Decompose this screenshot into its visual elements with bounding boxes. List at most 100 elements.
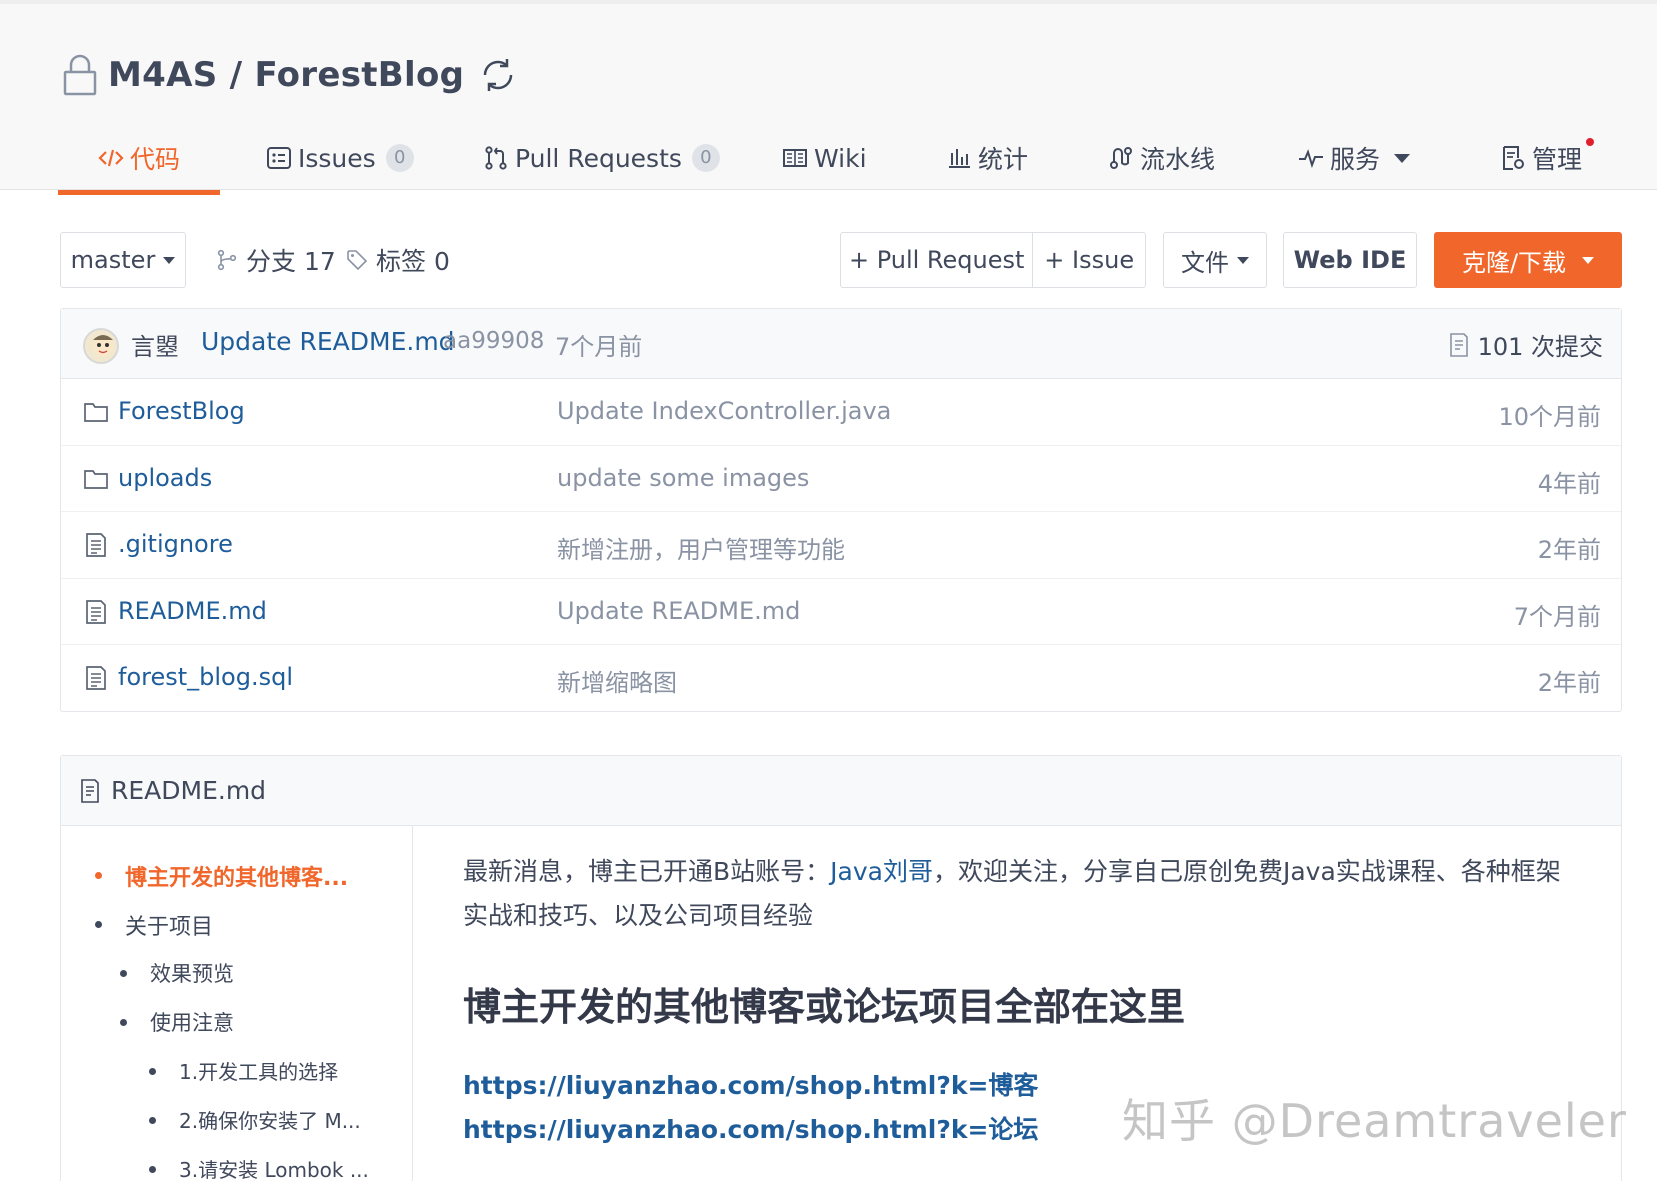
tab-wiki[interactable]: Wiki [782,122,867,194]
repo-tabs: 代码 Issues 0 Pull Requests 0 Wiki 统计 流水线 … [0,122,1657,195]
file-list: 言曌 Update README.md aa99908 7个月前 101 次提交… [60,308,1622,712]
file-commit-message[interactable]: Update IndexController.java [557,397,891,425]
readme-file-icon [81,778,99,803]
folder-icon [84,403,108,422]
file-name[interactable]: uploads [118,464,212,492]
pipeline-icon [1110,147,1132,169]
tags-link[interactable]: 标签 0 [346,232,450,288]
tab-stats-label: 统计 [978,145,1029,174]
repo-header: M4AS / ForestBlog 代码 Issues 0 Pull Reque… [0,0,1657,195]
new-issue-button[interactable]: + Issue [1032,233,1145,287]
commit-time: 7个月前 [555,333,643,361]
tab-issues-label: Issues [298,143,376,173]
avatar-icon [93,335,113,356]
tab-wiki-label: Wiki [814,143,867,173]
new-pull-request-button[interactable]: + Pull Request [841,233,1032,287]
readme-intro: 最新消息，博主已开通B站账号：Java刘哥，欢迎关注，分享自己原创免费Java实… [463,850,1563,938]
readme-heading: 博主开发的其他博客或论坛项目全部在这里 [463,985,1186,1029]
tab-services[interactable]: 服务 [1298,122,1411,194]
tab-code[interactable]: 代码 [57,122,221,195]
tab-pull-requests[interactable]: Pull Requests 0 [483,122,720,194]
bilibili-link[interactable]: Java刘哥 [830,857,933,886]
table-row[interactable]: README.md Update README.md 7个月前 [61,579,1621,645]
file-time: 2年前 [1537,536,1601,564]
tab-services-label: 服务 [1330,145,1381,174]
toc-item[interactable]: 效果预览 [120,958,234,988]
issues-count-badge: 0 [385,144,414,172]
table-row[interactable]: .gitignore 新增注册，用户管理等功能 2年前 [61,512,1621,579]
tab-code-label: 代码 [130,145,181,174]
file-commit-message[interactable]: Update README.md [557,597,800,625]
chevron-down-icon [1582,256,1595,264]
chevron-down-icon [163,256,176,264]
tab-stats[interactable]: 统计 [946,122,1028,194]
latest-commit-bar: 言曌 Update README.md aa99908 7个月前 101 次提交 [61,309,1621,379]
file-commit-message[interactable]: 新增缩略图 [557,663,677,698]
watermark: 知乎 @Dreamtraveler [1122,1094,1627,1148]
commit-count-link[interactable]: 101 次提交 [1448,327,1603,362]
toc-item[interactable]: 使用注意 [120,1007,234,1037]
pull-request-icon [485,146,507,170]
commit-author[interactable]: 言曌 [131,327,179,362]
commits-icon [1449,332,1468,357]
clone-download-button[interactable]: 克隆/下载 [1434,232,1622,288]
commit-message[interactable]: Update README.md [201,327,455,356]
sync-icon[interactable] [478,55,518,95]
toc-item[interactable]: 博主开发的其他博客... [94,860,348,892]
readme-toc: 博主开发的其他博客... 关于项目 效果预览 使用注意 1.开发工具的选择 2.… [61,826,413,1181]
file-name[interactable]: forest_blog.sql [118,663,293,691]
repo-title-bar: M4AS / ForestBlog [62,50,518,100]
repo-name[interactable]: M4AS / ForestBlog [108,55,464,95]
file-icon [86,599,106,624]
clone-download-label: 克隆/下载 [1461,248,1567,277]
file-name[interactable]: ForestBlog [118,397,245,425]
notification-dot [1586,138,1595,146]
commit-sha[interactable]: aa99908 [443,328,544,354]
file-name[interactable]: README.md [118,597,267,625]
file-commit-message[interactable]: update some images [557,464,809,492]
file-time: 10个月前 [1498,403,1601,431]
table-row[interactable]: forest_blog.sql 新增缩略图 2年前 [61,645,1621,712]
bar-chart-icon [949,149,970,168]
tab-manage[interactable]: 管理 [1500,122,1595,194]
forum-projects-link[interactable]: https://liuyanzhao.com/shop.html?k=论坛 [463,1110,1038,1146]
file-menu-label: 文件 [1181,248,1229,277]
file-time: 4年前 [1537,469,1601,498]
readme-header: README.md [61,756,1621,826]
file-menu-button[interactable]: 文件 [1163,232,1267,288]
avatar[interactable] [83,328,119,364]
toc-item[interactable]: 关于项目 [94,909,213,941]
create-button-group: + Pull Request + Issue [840,232,1146,288]
file-commit-message[interactable]: 新增注册，用户管理等功能 [557,530,845,565]
tab-issues[interactable]: Issues 0 [266,122,414,194]
tab-pipeline[interactable]: 流水线 [1108,122,1215,194]
issue-icon [267,147,291,169]
branch-icon [217,249,237,271]
toc-item[interactable]: 1.开发工具的选择 [148,1056,338,1085]
chevron-down-icon [1394,153,1411,163]
tag-icon [347,250,368,271]
web-ide-button[interactable]: Web IDE [1283,232,1417,288]
folder-icon [84,469,108,489]
branch-select-label: master [70,246,156,274]
book-icon [783,149,807,167]
table-row[interactable]: uploads update some images 4年前 [61,446,1621,512]
tags-count: 标签 0 [376,247,450,276]
readme-filename: README.md [111,776,267,805]
commit-count: 101 次提交 [1477,333,1603,361]
file-time: 2年前 [1537,669,1601,697]
blog-projects-link[interactable]: https://liuyanzhao.com/shop.html?k=博客 [463,1066,1038,1102]
toc-item[interactable]: 3.请安装 Lombok ... [149,1154,369,1181]
toc-item[interactable]: 2.确保你安装了 M... [149,1105,361,1134]
file-time: 7个月前 [1513,602,1601,631]
file-name[interactable]: .gitignore [118,530,233,558]
settings-doc-icon [1503,146,1524,170]
intro-text: 最新消息，博主已开通B站账号： [463,857,831,886]
table-row[interactable]: ForestBlog Update IndexController.java 1… [61,379,1621,446]
branches-link[interactable]: 分支 17 [216,232,336,288]
code-icon [98,149,124,167]
tab-pipeline-label: 流水线 [1140,145,1216,174]
pulse-icon [1299,149,1323,169]
branch-select[interactable]: master [60,232,186,288]
lock-icon [63,54,97,96]
